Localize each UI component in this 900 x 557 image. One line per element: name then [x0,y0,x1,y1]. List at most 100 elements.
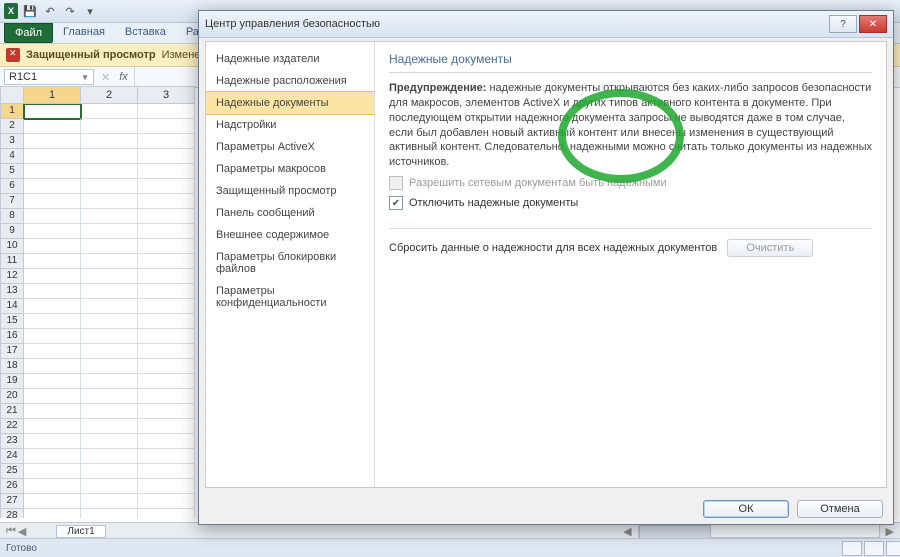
cell[interactable] [138,134,195,149]
nav-item[interactable]: Параметры конфиденциальности [206,280,374,314]
column-header[interactable]: 1 [24,86,81,104]
cell[interactable] [81,479,138,494]
row-header[interactable]: 24 [0,449,24,464]
cell[interactable] [24,119,81,134]
cell[interactable] [81,269,138,284]
cell[interactable] [138,224,195,239]
cell[interactable] [138,104,195,119]
row-header[interactable]: 5 [0,164,24,179]
cell[interactable] [24,344,81,359]
view-layout-icon[interactable] [864,541,884,556]
row-header[interactable]: 10 [0,239,24,254]
row-header[interactable]: 19 [0,374,24,389]
cell[interactable] [138,194,195,209]
cell[interactable] [24,254,81,269]
cell[interactable] [138,119,195,134]
row-header[interactable]: 28 [0,509,24,518]
cell[interactable] [138,449,195,464]
cell[interactable] [81,509,138,518]
cell[interactable] [138,149,195,164]
row-header[interactable]: 16 [0,329,24,344]
cell[interactable] [24,359,81,374]
row-header[interactable]: 3 [0,134,24,149]
worksheet-grid[interactable]: 123 123456789101112131415161718192021222… [0,86,195,530]
cell[interactable] [81,434,138,449]
save-icon[interactable]: 💾 [22,3,38,19]
cell[interactable] [138,239,195,254]
dialog-titlebar[interactable]: Центр управления безопасностью ? ✕ [199,11,893,38]
row-header[interactable]: 1 [0,104,24,119]
column-header[interactable]: 3 [138,86,195,104]
cell[interactable] [81,299,138,314]
cell[interactable] [81,464,138,479]
row-header[interactable]: 18 [0,359,24,374]
nav-item[interactable]: Надежные документы [206,91,374,115]
row-header[interactable]: 8 [0,209,24,224]
scroll-left-icon[interactable]: ◀ [623,525,631,538]
name-box[interactable]: R1C1 ▼ [4,69,94,85]
tab-nav-first-icon[interactable]: ⏮ [6,525,16,538]
cell[interactable] [81,254,138,269]
cell[interactable] [24,314,81,329]
sheet-tab[interactable]: Лист1 [56,525,105,538]
cell[interactable] [24,149,81,164]
cell[interactable] [24,299,81,314]
cell[interactable] [138,209,195,224]
row-header[interactable]: 23 [0,434,24,449]
cell[interactable] [81,179,138,194]
cell[interactable] [24,509,81,518]
row-header[interactable]: 4 [0,149,24,164]
nav-item[interactable]: Внешнее содержимое [206,224,374,246]
nav-item[interactable]: Параметры ActiveX [206,136,374,158]
nav-item[interactable]: Защищенный просмотр [206,180,374,202]
cell[interactable] [24,464,81,479]
cell[interactable] [24,269,81,284]
tab-home[interactable]: Главная [53,23,115,43]
tab-insert[interactable]: Вставка [115,23,176,43]
cell[interactable] [138,404,195,419]
cell[interactable] [81,164,138,179]
cancel-button[interactable]: Отмена [797,500,883,518]
clear-button[interactable]: Очистить [727,239,813,257]
cell[interactable] [138,329,195,344]
cell[interactable] [81,359,138,374]
row-header[interactable]: 14 [0,299,24,314]
row-header[interactable]: 9 [0,224,24,239]
cell[interactable] [138,509,195,518]
cell[interactable] [138,359,195,374]
cell[interactable] [138,344,195,359]
cell[interactable] [24,209,81,224]
select-all-corner[interactable] [0,86,24,104]
row-header[interactable]: 20 [0,389,24,404]
nav-item[interactable]: Параметры блокировки файлов [206,246,374,280]
row-header[interactable]: 17 [0,344,24,359]
scroll-right-icon[interactable]: ▶ [886,525,894,538]
cell[interactable] [138,464,195,479]
cell[interactable] [81,374,138,389]
nav-item[interactable]: Надстройки [206,114,374,136]
cell[interactable] [81,419,138,434]
cell[interactable] [138,479,195,494]
cell[interactable] [81,194,138,209]
fx-icon[interactable]: fx [119,71,128,83]
cell[interactable] [138,254,195,269]
cell[interactable] [138,389,195,404]
nav-item[interactable]: Параметры макросов [206,158,374,180]
cell[interactable] [24,104,81,119]
row-header[interactable]: 6 [0,179,24,194]
cell[interactable] [138,374,195,389]
cell[interactable] [81,494,138,509]
cancel-formula-icon[interactable]: ✕ [101,71,110,84]
row-header[interactable]: 27 [0,494,24,509]
redo-icon[interactable]: ↷ [62,3,78,19]
nav-item[interactable]: Панель сообщений [206,202,374,224]
cell[interactable] [81,239,138,254]
cell[interactable] [24,374,81,389]
view-normal-icon[interactable] [842,541,862,556]
chevron-down-icon[interactable]: ▼ [81,73,89,82]
cell[interactable] [24,134,81,149]
cell[interactable] [138,269,195,284]
row-header[interactable]: 21 [0,404,24,419]
horizontal-scrollbar[interactable] [638,524,880,538]
cell[interactable] [138,419,195,434]
